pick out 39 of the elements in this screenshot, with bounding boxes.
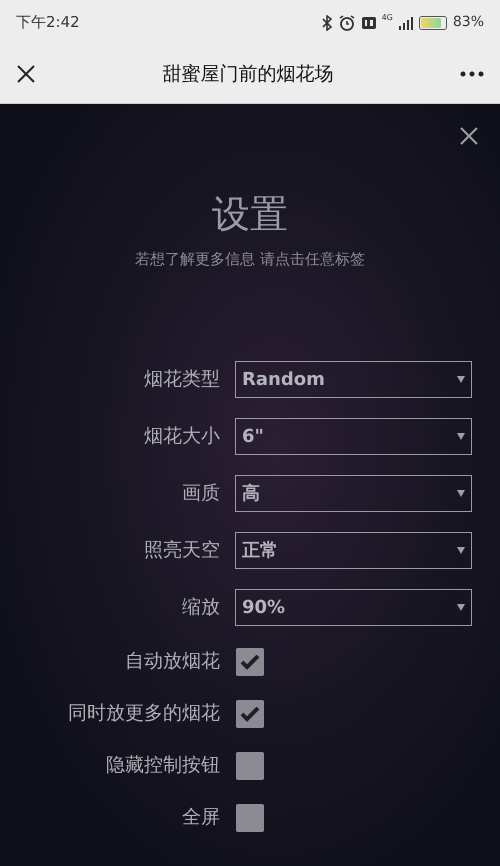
battery-icon bbox=[418, 16, 447, 30]
caret-icon bbox=[457, 490, 465, 496]
check-icon bbox=[240, 654, 260, 670]
close-icon[interactable] bbox=[16, 64, 36, 84]
page-title: 甜蜜屋门前的烟花场 bbox=[162, 62, 334, 87]
settings-title: 设置 bbox=[211, 191, 289, 238]
dropdown[interactable]: 正常 bbox=[235, 532, 472, 568]
checkbox-label: 自动放烟花 bbox=[124, 649, 221, 674]
select-label: 画质 bbox=[181, 480, 221, 506]
battery-percent: 83% bbox=[452, 13, 484, 32]
status-time: 下午2:42 bbox=[16, 12, 80, 34]
checkbox[interactable] bbox=[236, 648, 264, 676]
network-label: 4G bbox=[382, 14, 393, 22]
caret-icon bbox=[457, 376, 465, 382]
dropdown[interactable]: 高 bbox=[235, 474, 472, 512]
dropdown[interactable]: Random bbox=[235, 360, 472, 398]
alarm-icon bbox=[338, 14, 356, 32]
select-label: 烟花大小 bbox=[143, 424, 221, 449]
settings-subtitle: 若想了解更多信息 请点击任意标签 bbox=[134, 249, 366, 270]
check-icon bbox=[240, 706, 260, 722]
caret-icon bbox=[457, 432, 465, 440]
select-label: 烟花类型 bbox=[143, 366, 221, 392]
dropdown[interactable]: 90% bbox=[235, 588, 472, 626]
dropdown[interactable]: 6" bbox=[235, 418, 472, 454]
checkbox[interactable] bbox=[236, 752, 264, 780]
checkbox[interactable] bbox=[236, 700, 264, 728]
hd-icon bbox=[362, 16, 376, 28]
checkbox[interactable] bbox=[236, 804, 264, 832]
caret-icon bbox=[457, 546, 465, 554]
checkbox-label: 隐藏控制按钮 bbox=[105, 753, 221, 778]
select-label: 照亮天空 bbox=[143, 538, 221, 563]
select-label: 缩放 bbox=[181, 594, 221, 620]
caret-icon bbox=[457, 604, 465, 610]
more-icon[interactable] bbox=[460, 71, 484, 77]
checkbox-label: 同时放更多的烟花 bbox=[67, 701, 221, 726]
close-icon[interactable] bbox=[459, 126, 479, 146]
checkbox-label: 全屏 bbox=[181, 805, 221, 830]
signal-icon bbox=[398, 16, 413, 30]
bluetooth-icon bbox=[322, 14, 332, 30]
